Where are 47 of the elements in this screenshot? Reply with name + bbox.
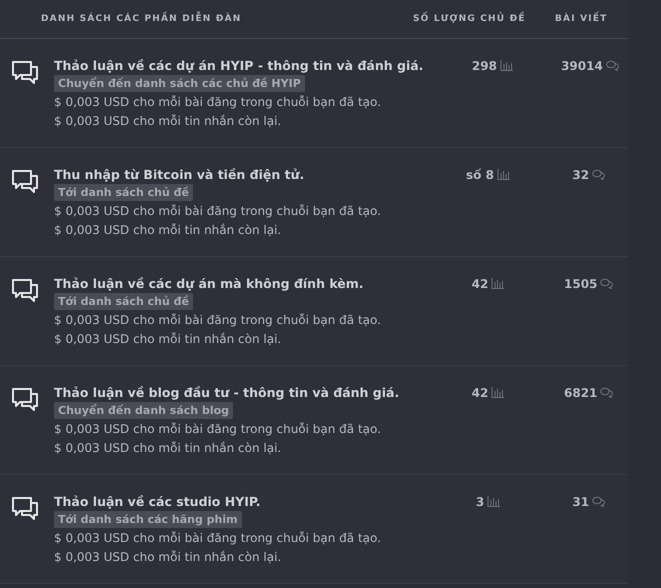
forum-title-link[interactable]: Thảo luận về các dự án HYIP - thông tin và đánh giá.: [54, 57, 424, 74]
reward-note: $ 0,003 USD cho mỗi tin nhắn còn lại.: [54, 549, 282, 566]
topic-count: 42: [472, 276, 488, 290]
reward-note: $ 0,003 USD cho mỗi bài đăng trong chuỗi bạn đã tạo.: [54, 94, 381, 111]
reward-note: $ 0,003 USD cho mỗi bài đăng trong chuỗi bạn đã tạo.: [54, 203, 381, 220]
column-header: SỐ LƯỢNG CHỦ ĐỀ: [413, 14, 555, 24]
post-count: 32: [572, 168, 590, 182]
topic-list-link[interactable]: Chuyển đến danh sách blog: [54, 402, 234, 419]
bar-chart-icon: [491, 387, 504, 398]
reward-note: $ 0,003 USD cho mỗi tin nhắn còn lại.: [54, 440, 282, 457]
forum-title-link[interactable]: Thảo luận về các studio HYIP.: [54, 493, 261, 510]
forum-title-link[interactable]: Thu nhập từ Bitcoin và tiền điện tử.: [54, 166, 304, 183]
topic-count: 298: [472, 58, 497, 72]
reward-note: $ 0,003 USD cho mỗi tin nhắn còn lại.: [54, 113, 282, 130]
speech-bubbles-icon: [600, 387, 614, 398]
topic-list-link[interactable]: Tới danh sách các hãng phim: [54, 511, 242, 528]
chat-bubbles-icon: [11, 169, 39, 195]
post-count: 39014: [561, 58, 603, 72]
bar-chart-icon: [500, 60, 513, 71]
forum-title-link[interactable]: Thảo luận về blog đầu tư - thông tin và đánh giá.: [54, 384, 400, 401]
bar-chart-icon: [496, 169, 510, 180]
chat-bubbles-icon: [11, 278, 39, 304]
speech-bubbles-icon: [592, 496, 606, 507]
bar-chart-icon: [491, 278, 504, 289]
chat-bubbles-icon: [11, 387, 39, 413]
topic-count: số 8: [466, 168, 494, 182]
topic-count: 42: [472, 386, 488, 400]
reward-note: $ 0,003 USD cho mỗi bài đăng trong chuỗi bạn đã tạo.: [54, 421, 381, 438]
speech-bubbles-icon: [592, 169, 606, 180]
reward-note: $ 0,003 USD cho mỗi tin nhắn còn lại.: [54, 331, 282, 348]
bar-chart-icon: [487, 496, 500, 507]
reward-note: $ 0,003 USD cho mỗi tin nhắn còn lại.: [54, 222, 282, 239]
post-count: 6821: [564, 386, 598, 400]
speech-bubbles-icon: [606, 60, 619, 71]
post-count: 1505: [564, 276, 598, 290]
speech-bubbles-icon: [600, 278, 614, 289]
column-header: BÀI VIẾT: [555, 14, 615, 24]
post-count: 31: [572, 494, 590, 508]
forum-title-link[interactable]: Thảo luận về các dự án mà không đính kèm.: [54, 275, 364, 292]
chat-bubbles-icon: [11, 60, 39, 86]
reward-note: $ 0,003 USD cho mỗi bài đăng trong chuỗi bạn đã tạo.: [54, 530, 381, 547]
topic-count: 3: [476, 494, 484, 508]
reward-note: $ 0,003 USD cho mỗi bài đăng trong chuỗi bạn đã tạo.: [54, 312, 381, 329]
chat-bubbles-icon: [11, 496, 39, 522]
topic-list-link[interactable]: Tới danh sách chủ đề: [54, 184, 193, 201]
topic-list-link[interactable]: Chuyển đến danh sách các chủ đề HYIP: [54, 75, 305, 92]
topic-list-link[interactable]: Tới danh sách chủ đề: [54, 293, 193, 310]
